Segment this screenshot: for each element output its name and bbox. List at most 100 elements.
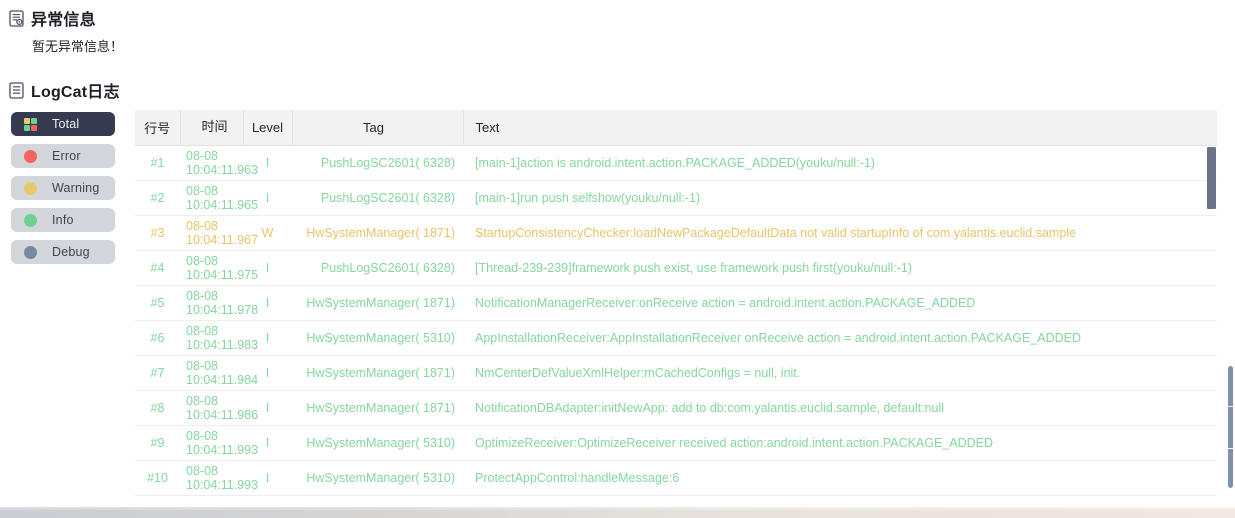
abnormal-section-header: 异常信息 [0, 6, 96, 30]
column-header-tag[interactable]: Tag [292, 110, 464, 146]
cell-line-no: #9 [135, 425, 180, 461]
cell-time: 08-08 10:04:11.993 [180, 425, 259, 461]
filter-button-error[interactable]: Error [11, 144, 115, 168]
filter-label-info: Info [52, 213, 74, 227]
cell-time: 08-08 10:04:11.975 [180, 250, 259, 286]
dot-icon-warning [24, 181, 37, 195]
table-row[interactable]: #4 08-08 10:04:11.975 I PushLogSC2601( 6328)… [135, 250, 1217, 286]
cell-tag: HwSystemManager( 1871) [292, 390, 463, 426]
logcat-section-title: LogCat日志 [31, 84, 120, 101]
cell-date: 08-08 [186, 358, 218, 373]
cell-tag: PushLogSC2601( 6328) [292, 180, 463, 216]
cell-date: 08-08 [186, 428, 218, 443]
cell-timestamp: 10:04:11.963 [186, 162, 259, 177]
table-scrollbar-thumb[interactable] [1207, 147, 1216, 209]
cell-text: [Thread-239-239]framework push exist, us… [463, 250, 1217, 286]
page-scrollbar-thumb[interactable] [1228, 366, 1233, 488]
column-header-text[interactable]: Text [463, 110, 1217, 146]
filter-button-debug[interactable]: Debug [11, 240, 115, 264]
filter-label-warning: Warning [52, 181, 100, 195]
cell-line-no: #4 [135, 250, 180, 286]
cell-text: NotificationManagerReceiver:onReceive ac… [463, 285, 1217, 321]
abnormal-empty-note: 暂无异常信息！ [32, 39, 124, 54]
cell-time: 08-08 10:04:11.986 [180, 390, 259, 426]
cell-line-no: #8 [135, 390, 180, 426]
abnormal-section-title: 异常信息 [31, 12, 96, 29]
cell-date: 08-08 [186, 183, 218, 198]
cell-date: 08-08 [186, 393, 218, 408]
filter-button-info[interactable]: Info [11, 208, 115, 232]
cell-date: 08-08 [186, 253, 218, 268]
table-row[interactable]: #5 08-08 10:04:11.978 I HwSystemManager( 187… [135, 285, 1217, 321]
cell-date: 08-08 [186, 148, 218, 163]
bottom-gradient-strip [0, 507, 1235, 518]
cell-time: 08-08 10:04:11.965 [180, 180, 259, 216]
cell-tag: HwSystemManager( 1871) [292, 285, 463, 321]
cell-line-no: #1 [135, 145, 180, 181]
cell-text: AppInstallationReceiver:AppInstallationR… [463, 320, 1217, 356]
table-row[interactable]: #6 08-08 10:04:11.983 I HwSystemManager( 531… [135, 320, 1217, 356]
level-filter-sidebar: Total Error Warning Info Debug [11, 112, 115, 264]
table-row[interactable]: #10 08-08 10:04:11.993 I HwSystemManager( 53… [135, 460, 1217, 496]
table-row[interactable]: #1 08-08 10:04:11.963 I PushLogSC2601( 6328)… [135, 145, 1217, 181]
filter-label-error: Error [52, 149, 81, 163]
cell-line-no: #3 [135, 215, 180, 251]
column-header-time[interactable]: 时间 [180, 110, 244, 146]
filter-button-warning[interactable]: Warning [11, 176, 115, 200]
cell-timestamp: 10:04:11.965 [186, 197, 259, 212]
cell-date: 08-08 [186, 463, 218, 478]
cell-tag: HwSystemManager( 1871) [292, 215, 463, 251]
table-row[interactable]: #7 08-08 10:04:11.984 I HwSystemManager( 187… [135, 355, 1217, 391]
cell-tag: HwSystemManager( 1871) [292, 355, 463, 391]
cell-timestamp: 10:04:11.984 [186, 372, 259, 387]
cell-text: NmCenterDefValueXmlHelper:mCachedConfigs… [463, 355, 1217, 391]
cell-timestamp: 10:04:11.983 [186, 337, 259, 352]
cell-tag: HwSystemManager( 5310) [292, 320, 463, 356]
cell-text: ProtectAppControl:handleMessage:6 [463, 460, 1217, 496]
document-gear-icon [9, 9, 24, 27]
cell-time: 08-08 10:04:11.984 [180, 355, 259, 391]
cell-line-no: #10 [135, 460, 180, 496]
cell-date: 08-08 [186, 218, 218, 233]
table-header-row: 行号 时间 Level Tag Text [135, 110, 1217, 146]
cell-time: 08-08 10:04:11.983 [180, 320, 259, 356]
dot-icon-debug [24, 245, 37, 259]
four-squares-icon [24, 117, 37, 131]
cell-timestamp: 10:04:11.993 [186, 477, 259, 492]
table-row[interactable]: #3 08-08 10:04:11.967 W HwSystemManager( 187… [135, 215, 1217, 251]
document-list-icon [9, 81, 24, 99]
column-header-level[interactable]: Level [243, 110, 293, 146]
cell-line-no: #6 [135, 320, 180, 356]
cell-text: StartupConsistencyChecker:loadNewPackage… [463, 215, 1217, 251]
cell-time: 08-08 10:04:11.963 [180, 145, 259, 181]
cell-timestamp: 10:04:11.967 [186, 232, 259, 247]
cell-timestamp: 10:04:11.986 [186, 407, 259, 422]
logcat-table-head: 行号 时间 Level Tag Text [135, 110, 1217, 146]
cell-timestamp: 10:04:11.978 [186, 302, 259, 317]
cell-line-no: #2 [135, 180, 180, 216]
table-row[interactable]: #9 08-08 10:04:11.993 I HwSystemManager( 531… [135, 425, 1217, 461]
cell-timestamp: 10:04:11.993 [186, 442, 259, 457]
cell-tag: PushLogSC2601( 6328) [292, 250, 463, 286]
table-row[interactable]: #2 08-08 10:04:11.965 I PushLogSC2601( 6328)… [135, 180, 1217, 216]
logcat-table-container[interactable]: 行号 时间 Level Tag Text #1 08-08 10:04:11.963… [135, 110, 1217, 498]
cell-timestamp: 10:04:11.975 [186, 267, 259, 282]
cell-tag: PushLogSC2601( 6328) [292, 145, 463, 181]
column-header-line-no[interactable]: 行号 [135, 110, 181, 146]
dot-icon-error [24, 149, 37, 163]
cell-time: 08-08 10:04:11.978 [180, 285, 259, 321]
cell-text: OptimizeReceiver:OptimizeReceiver receiv… [463, 425, 1217, 461]
cell-tag: HwSystemManager( 5310) [292, 460, 463, 496]
logcat-page: 异常信息 暂无异常信息！ LogCat日志 Total Error Warnin… [0, 0, 1235, 518]
cell-text: NotificationDBAdapter:initNewApp: add to… [463, 390, 1217, 426]
table-row[interactable]: #8 08-08 10:04:11.986 I HwSystemManager( 187… [135, 390, 1217, 426]
logcat-table-body: #1 08-08 10:04:11.963 I PushLogSC2601( 6328)… [135, 145, 1217, 496]
dot-icon-info [24, 213, 37, 227]
cell-date: 08-08 [186, 288, 218, 303]
cell-tag: HwSystemManager( 5310) [292, 425, 463, 461]
cell-time: 08-08 10:04:11.967 [180, 215, 259, 251]
logcat-table: 行号 时间 Level Tag Text #1 08-08 10:04:11.963… [135, 110, 1217, 496]
logcat-section-header: LogCat日志 [0, 78, 120, 102]
filter-button-total[interactable]: Total [11, 112, 115, 136]
filter-label-total: Total [52, 117, 80, 131]
